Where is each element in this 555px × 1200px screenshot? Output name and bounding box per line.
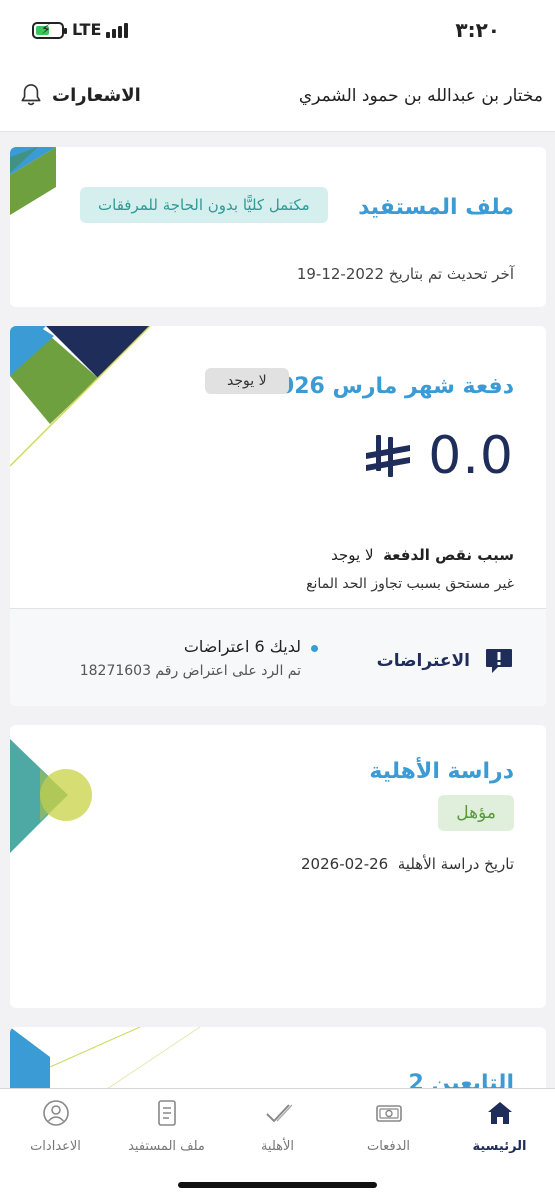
reason-label: سبب نقص الدفعة bbox=[383, 546, 514, 564]
document-icon bbox=[157, 1100, 176, 1126]
eligibility-card-title: دراسة الأهلية bbox=[369, 759, 514, 784]
home-indicator[interactable] bbox=[178, 1182, 377, 1188]
objections-section[interactable]: الاعتراضات لديك 6 اعتراضات تم الرد على ا… bbox=[10, 608, 546, 706]
riyal-currency-icon bbox=[366, 435, 411, 477]
objection-alert-icon bbox=[486, 649, 512, 673]
battery-icon: ⚡ bbox=[32, 22, 67, 39]
clock: ٣:٢٠ bbox=[455, 18, 500, 42]
objections-detail: تم الرد على اعتراض رقم 18271603 bbox=[79, 663, 301, 679]
payment-reason: سبب نقص الدفعة لا يوجد bbox=[331, 546, 514, 564]
person-icon bbox=[42, 1100, 69, 1126]
nav-item-eligibility[interactable]: الأهلية bbox=[222, 1099, 333, 1154]
payment-status-pill: لا يوجد bbox=[205, 368, 289, 394]
nav-item-beneficiary-profile[interactable]: ملف المستفيد bbox=[111, 1099, 222, 1154]
nav-label: الاعدادات bbox=[30, 1139, 81, 1154]
nav-label: ملف المستفيد bbox=[128, 1139, 205, 1154]
money-icon bbox=[375, 1105, 402, 1122]
payment-amount: 0.0 bbox=[364, 426, 514, 486]
home-icon bbox=[487, 1102, 512, 1124]
nav-item-home[interactable]: الرئيسية bbox=[444, 1099, 555, 1154]
status-dot bbox=[311, 645, 318, 652]
notifications-label: الاشعارات bbox=[52, 84, 141, 106]
amount-value: 0.0 bbox=[428, 426, 514, 486]
last-update-text: آخر تحديث تم بتاريخ 2022-12-19 bbox=[296, 265, 514, 283]
nav-label: الدفعات bbox=[366, 1139, 411, 1154]
user-name: مختار بن عبدالله بن حمود الشمري bbox=[298, 86, 543, 106]
bell-icon bbox=[21, 84, 41, 106]
eligibility-date-label: تاريخ دراسة الأهلية bbox=[397, 855, 514, 873]
card-decoration bbox=[10, 739, 92, 853]
nav-label: الأهلية bbox=[260, 1139, 295, 1154]
payment-card[interactable]: دفعة شهر مارس 2026 لا يوجد 0.0 سبب نقص ا… bbox=[10, 326, 546, 706]
profile-card-title: ملف المستفيد bbox=[358, 195, 514, 220]
app-header: مختار بن عبدالله بن حمود الشمري الاشعارا… bbox=[0, 62, 555, 132]
beneficiary-profile-card[interactable]: ملف المستفيد مكتمل كليًّا بدون الحاجة لل… bbox=[10, 147, 546, 307]
reason-value: لا يوجد bbox=[331, 546, 374, 564]
eligibility-date-value: 2026-02-26 bbox=[301, 855, 389, 873]
nav-item-settings[interactable]: الاعدادات bbox=[0, 1099, 111, 1154]
reason-detail: غير مستحق بسبب تجاوز الحد المانع bbox=[306, 576, 514, 592]
eligibility-card[interactable]: دراسة الأهلية مؤهل تاريخ دراسة الأهلية 2… bbox=[10, 725, 546, 1008]
status-bar: ⚡ LTE ٣:٢٠ bbox=[0, 0, 555, 62]
card-decoration bbox=[10, 326, 151, 467]
notifications-button[interactable]: الاشعارات bbox=[20, 82, 141, 108]
payment-card-title: دفعة شهر مارس 2026 bbox=[263, 374, 514, 399]
nav-label: الرئيسية bbox=[472, 1139, 527, 1154]
checkmark-icon bbox=[265, 1104, 292, 1123]
profile-status-badge: مكتمل كليًّا بدون الحاجة للمرفقات bbox=[80, 187, 328, 223]
charging-bolt-icon: ⚡ bbox=[41, 22, 51, 38]
eligibility-status-badge: مؤهل bbox=[438, 795, 514, 831]
objections-count: لديك 6 اعتراضات bbox=[183, 637, 301, 656]
network-type: LTE bbox=[72, 20, 102, 39]
objections-label: الاعتراضات bbox=[376, 651, 470, 671]
nav-item-payments[interactable]: الدفعات bbox=[333, 1099, 444, 1154]
eligibility-date: تاريخ دراسة الأهلية 2026-02-26 bbox=[301, 855, 514, 873]
signal-icon bbox=[106, 22, 130, 38]
card-decoration bbox=[10, 147, 56, 215]
